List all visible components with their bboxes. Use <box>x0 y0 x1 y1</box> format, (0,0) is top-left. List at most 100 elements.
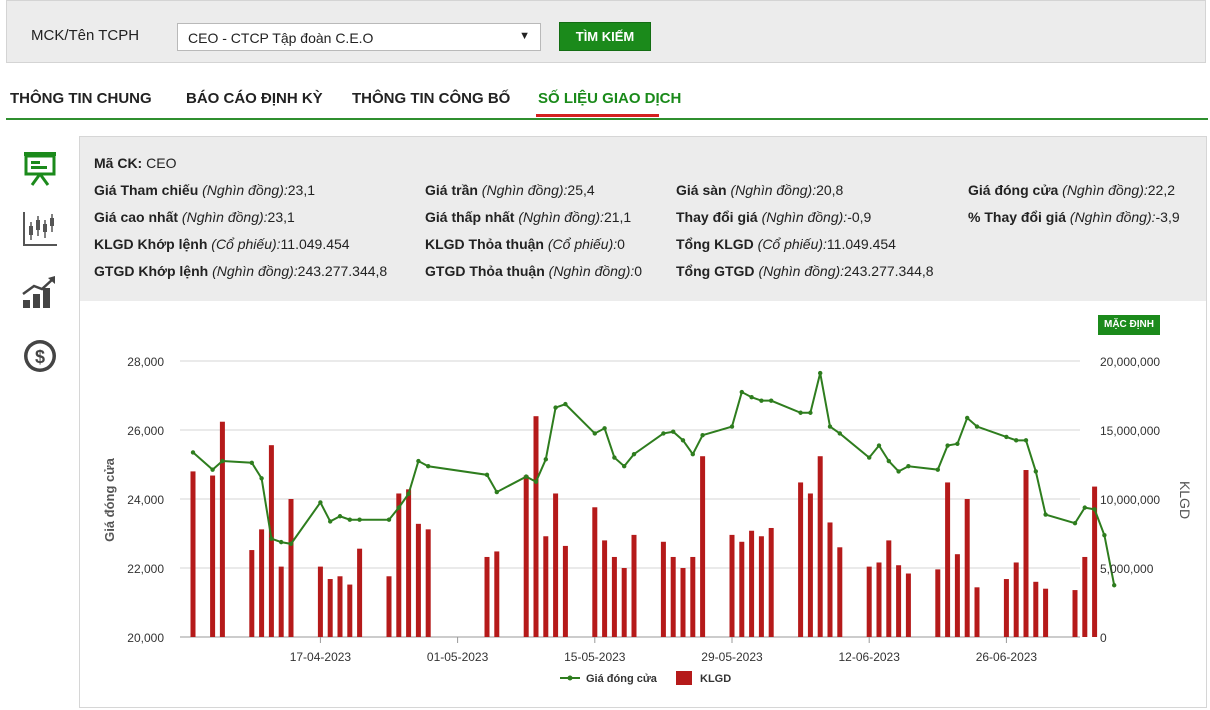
price-point <box>622 464 627 469</box>
price-point <box>249 460 254 465</box>
trading-data-panel: Mã CK: CEO Giá Tham chiếu (Nghìn đồng):2… <box>79 136 1207 708</box>
price-point <box>318 500 323 505</box>
price-point <box>494 489 499 495</box>
volume-bar <box>798 482 804 637</box>
price-line <box>192 372 1116 586</box>
y-tick-label-right: 15,000,000 <box>1100 424 1160 438</box>
y-tick-label-left: 20,000 <box>127 631 164 645</box>
presentation-board-icon[interactable] <box>20 148 60 188</box>
price-point <box>426 464 431 469</box>
legend-price: Giá đóng cửa <box>586 673 658 685</box>
volume-bar <box>425 529 431 637</box>
price-point <box>1072 520 1078 526</box>
volume-bar <box>886 540 892 637</box>
company-select[interactable]: CEO - CTCP Tập đoàn C.E.O ▼ <box>177 23 541 51</box>
y-tick-label-left: 22,000 <box>127 562 164 576</box>
y-tick-label-left: 24,000 <box>127 493 164 507</box>
y-axis-left-label: Giá đóng cửa <box>102 457 117 542</box>
price-point <box>563 401 568 407</box>
volume-bar <box>562 545 568 637</box>
volume-bar <box>739 541 745 637</box>
price-point <box>259 476 264 481</box>
price-point <box>1112 583 1117 588</box>
y-tick-label-right: 5,000,000 <box>1100 562 1154 576</box>
volume-bar <box>1082 556 1088 637</box>
price-point <box>671 429 676 434</box>
volume-bar <box>1033 581 1039 637</box>
y-axis-right-label: KLGD <box>1177 481 1193 519</box>
volume-bar <box>533 416 539 637</box>
price-point <box>661 431 666 436</box>
volume-bar <box>347 584 353 637</box>
volume-bar <box>807 493 813 637</box>
price-point <box>288 541 294 547</box>
volume-bar <box>219 421 225 637</box>
price-point <box>1043 512 1048 517</box>
volume-bar <box>415 523 421 637</box>
volume-bar <box>758 536 764 637</box>
price-point <box>837 431 842 436</box>
volume-bar <box>406 489 412 637</box>
volume-bar <box>1013 562 1019 637</box>
y-tick-label-right: 20,000,000 <box>1100 355 1160 369</box>
x-tick-label: 15-05-2023 <box>564 650 626 664</box>
tab-periodic-reports[interactable]: BÁO CÁO ĐỊNH KỲ <box>186 90 323 107</box>
volume-bar <box>259 529 265 637</box>
price-point <box>484 472 490 478</box>
volume-bar <box>690 556 696 637</box>
price-point <box>1082 505 1087 510</box>
price-point <box>1033 469 1038 474</box>
volume-bar <box>837 547 843 637</box>
svg-text:$: $ <box>35 347 45 367</box>
price-point <box>1023 438 1029 443</box>
volume-bar <box>945 482 951 637</box>
bar-growth-chart-icon[interactable] <box>20 272 60 312</box>
volume-bar <box>817 456 823 637</box>
dollar-coin-icon[interactable]: $ <box>20 336 60 376</box>
price-point <box>190 450 196 455</box>
price-point <box>357 517 362 522</box>
tab-trading-data[interactable]: SỐ LIỆU GIAO DỊCH <box>538 90 681 107</box>
x-tick-label: 17-04-2023 <box>290 650 352 664</box>
chart-legend: Giá đóng cửa KLGD <box>560 671 731 685</box>
volume-bar <box>680 568 686 637</box>
price-point <box>553 405 558 410</box>
volume-bar <box>553 493 559 637</box>
price-point <box>592 431 597 436</box>
price-point <box>729 424 735 429</box>
volume-bar <box>337 576 343 637</box>
chevron-down-icon: ▼ <box>519 30 530 42</box>
company-select-value: CEO - CTCP Tập đoàn C.E.O <box>188 30 374 46</box>
tab-general-info[interactable]: THÔNG TIN CHUNG <box>10 90 152 107</box>
price-point <box>680 438 686 443</box>
volume-bar <box>866 566 872 637</box>
price-point <box>876 443 882 448</box>
volume-bar <box>1003 579 1009 637</box>
price-point <box>279 539 284 545</box>
price-point <box>543 457 548 462</box>
price-point <box>524 474 529 479</box>
volume-bar <box>827 522 833 637</box>
price-point <box>739 389 744 395</box>
tab-disclosures[interactable]: THÔNG TIN CÔNG BỐ <box>352 90 510 107</box>
search-label: MCK/Tên TCPH <box>31 27 140 44</box>
price-point <box>955 441 960 446</box>
x-tick-label: 29-05-2023 <box>701 650 763 664</box>
tab-bar: THÔNG TIN CHUNG BÁO CÁO ĐỊNH KỲ THÔNG TI… <box>6 82 1208 120</box>
volume-bar <box>1072 590 1078 637</box>
price-point <box>1092 507 1097 512</box>
price-point <box>406 491 411 497</box>
volume-bar <box>317 566 323 637</box>
volume-bar <box>1043 588 1049 637</box>
price-point <box>1102 533 1107 538</box>
search-button[interactable]: TÌM KIẾM <box>559 22 651 51</box>
price-point <box>416 458 421 464</box>
candlestick-chart-icon[interactable] <box>20 208 60 248</box>
y-tick-label-right: 0 <box>1100 631 1107 645</box>
volume-bar <box>905 573 911 637</box>
volume-bar <box>611 556 617 637</box>
legend-volume: KLGD <box>700 673 731 685</box>
price-point <box>867 455 872 460</box>
price-point <box>896 469 901 474</box>
price-point <box>337 514 343 519</box>
